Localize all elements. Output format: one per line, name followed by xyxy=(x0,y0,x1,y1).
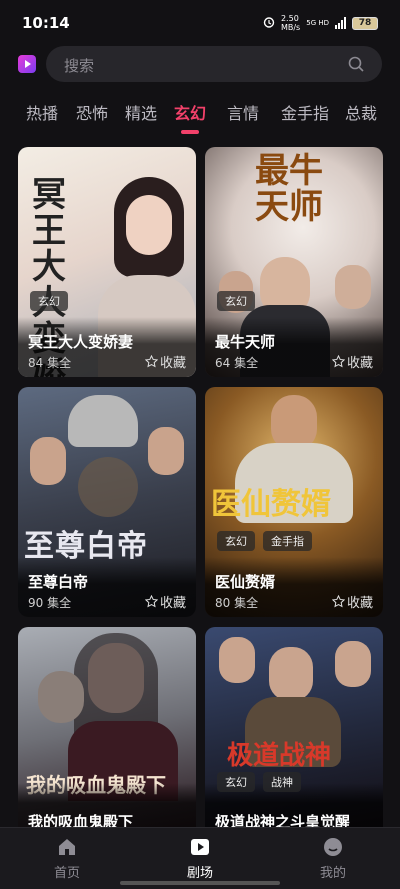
poster-text: 极道战神 xyxy=(227,741,332,771)
favorite-button[interactable]: 收藏 xyxy=(331,352,373,371)
drama-card[interactable]: 极道战神 玄幻 战神 极道战神之斗皇觉醒 xyxy=(205,627,383,827)
card-title: 冥王大人变娇妻 xyxy=(28,333,134,351)
drama-card[interactable]: 医仙赘婿 玄幻 金手指 医仙赘婿 80 集全 收藏 xyxy=(205,387,383,617)
alarm-icon xyxy=(263,16,275,31)
poster-text: 最牛天师 xyxy=(255,151,323,227)
star-icon xyxy=(331,355,345,368)
favorite-button[interactable]: 收藏 xyxy=(144,592,186,611)
card-tag: 玄幻 xyxy=(217,291,255,311)
status-time: 10:14 xyxy=(22,14,70,32)
card-title: 极道战神之斗皇觉醒 xyxy=(215,813,351,827)
drama-card[interactable]: 我的吸血鬼殿下 我的吸血鬼殿下 xyxy=(18,627,196,827)
favorite-button[interactable]: 收藏 xyxy=(144,352,186,371)
tag-row: 玄幻 战神 xyxy=(217,772,301,792)
search-placeholder: 搜索 xyxy=(64,57,95,75)
tab-golden-finger[interactable]: 金手指 xyxy=(281,100,329,124)
card-tag: 玄幻 xyxy=(30,291,68,311)
search-input[interactable]: 搜索 xyxy=(46,46,382,82)
card-tag: 玄幻 xyxy=(217,772,255,792)
category-tabs: 热播 恐怖 精选 玄幻 言情 金手指 总裁 xyxy=(0,100,400,136)
search-icon[interactable] xyxy=(348,56,364,72)
card-episodes: 80 集全 xyxy=(215,596,259,610)
tab-horror[interactable]: 恐怖 xyxy=(76,100,108,124)
active-tab-indicator xyxy=(181,130,199,134)
status-bar: 10:14 2.50 MB/s 5G HD 78 xyxy=(0,0,400,46)
drama-card[interactable]: 至尊白帝 至尊白帝 90 集全 收藏 xyxy=(18,387,196,617)
network-label: 5G HD xyxy=(306,19,329,27)
header: 搜索 xyxy=(0,46,400,86)
play-icon xyxy=(191,839,209,855)
poster-text: 医仙赘婿 xyxy=(211,487,331,522)
nav-label: 剧场 xyxy=(186,866,213,881)
status-indicators: 2.50 MB/s 5G HD 78 xyxy=(263,14,378,32)
tab-featured[interactable]: 精选 xyxy=(125,100,157,124)
net-speed: 2.50 MB/s xyxy=(280,14,301,32)
profile-icon xyxy=(324,838,342,856)
card-title: 至尊白帝 xyxy=(28,573,89,591)
bottom-nav: 首页 剧场 我的 xyxy=(0,827,400,889)
nav-label: 我的 xyxy=(319,866,346,881)
card-tag: 玄幻 xyxy=(217,531,255,551)
favorite-button[interactable]: 收藏 xyxy=(331,592,373,611)
nav-home[interactable]: 首页 xyxy=(27,836,107,881)
card-title: 最牛天师 xyxy=(215,333,276,351)
tab-romance[interactable]: 言情 xyxy=(227,100,259,124)
card-tag: 战神 xyxy=(263,772,301,792)
nav-profile[interactable]: 我的 xyxy=(293,836,373,881)
tag-row: 玄幻 xyxy=(217,291,255,311)
tab-hot[interactable]: 热播 xyxy=(26,100,58,124)
star-icon xyxy=(144,355,158,368)
tab-fantasy[interactable]: 玄幻 xyxy=(174,100,206,124)
drama-card[interactable]: 冥王大人变娇妻 玄幻 冥王大人变娇妻 84 集全 收藏 xyxy=(18,147,196,377)
star-icon xyxy=(331,595,345,608)
card-episodes: 90 集全 xyxy=(28,596,72,610)
tab-ceo[interactable]: 总裁 xyxy=(345,100,377,124)
card-episodes: 64 集全 xyxy=(215,356,259,370)
card-title: 我的吸血鬼殿下 xyxy=(28,813,134,827)
card-title: 医仙赘婿 xyxy=(215,573,276,591)
card-episodes: 84 集全 xyxy=(28,356,72,370)
star-icon xyxy=(144,595,158,608)
signal-icon xyxy=(335,17,346,29)
home-icon xyxy=(59,839,75,855)
tag-row: 玄幻 xyxy=(30,291,68,311)
drama-card[interactable]: 最牛天师 玄幻 最牛天师 64 集全 收藏 xyxy=(205,147,383,377)
battery-icon: 78 xyxy=(352,16,378,30)
card-tag: 金手指 xyxy=(263,531,312,551)
app-logo-icon xyxy=(18,55,36,73)
nav-theater[interactable]: 剧场 xyxy=(160,836,240,881)
nav-label: 首页 xyxy=(53,866,80,881)
tag-row: 玄幻 金手指 xyxy=(217,531,312,551)
home-indicator xyxy=(120,881,280,885)
